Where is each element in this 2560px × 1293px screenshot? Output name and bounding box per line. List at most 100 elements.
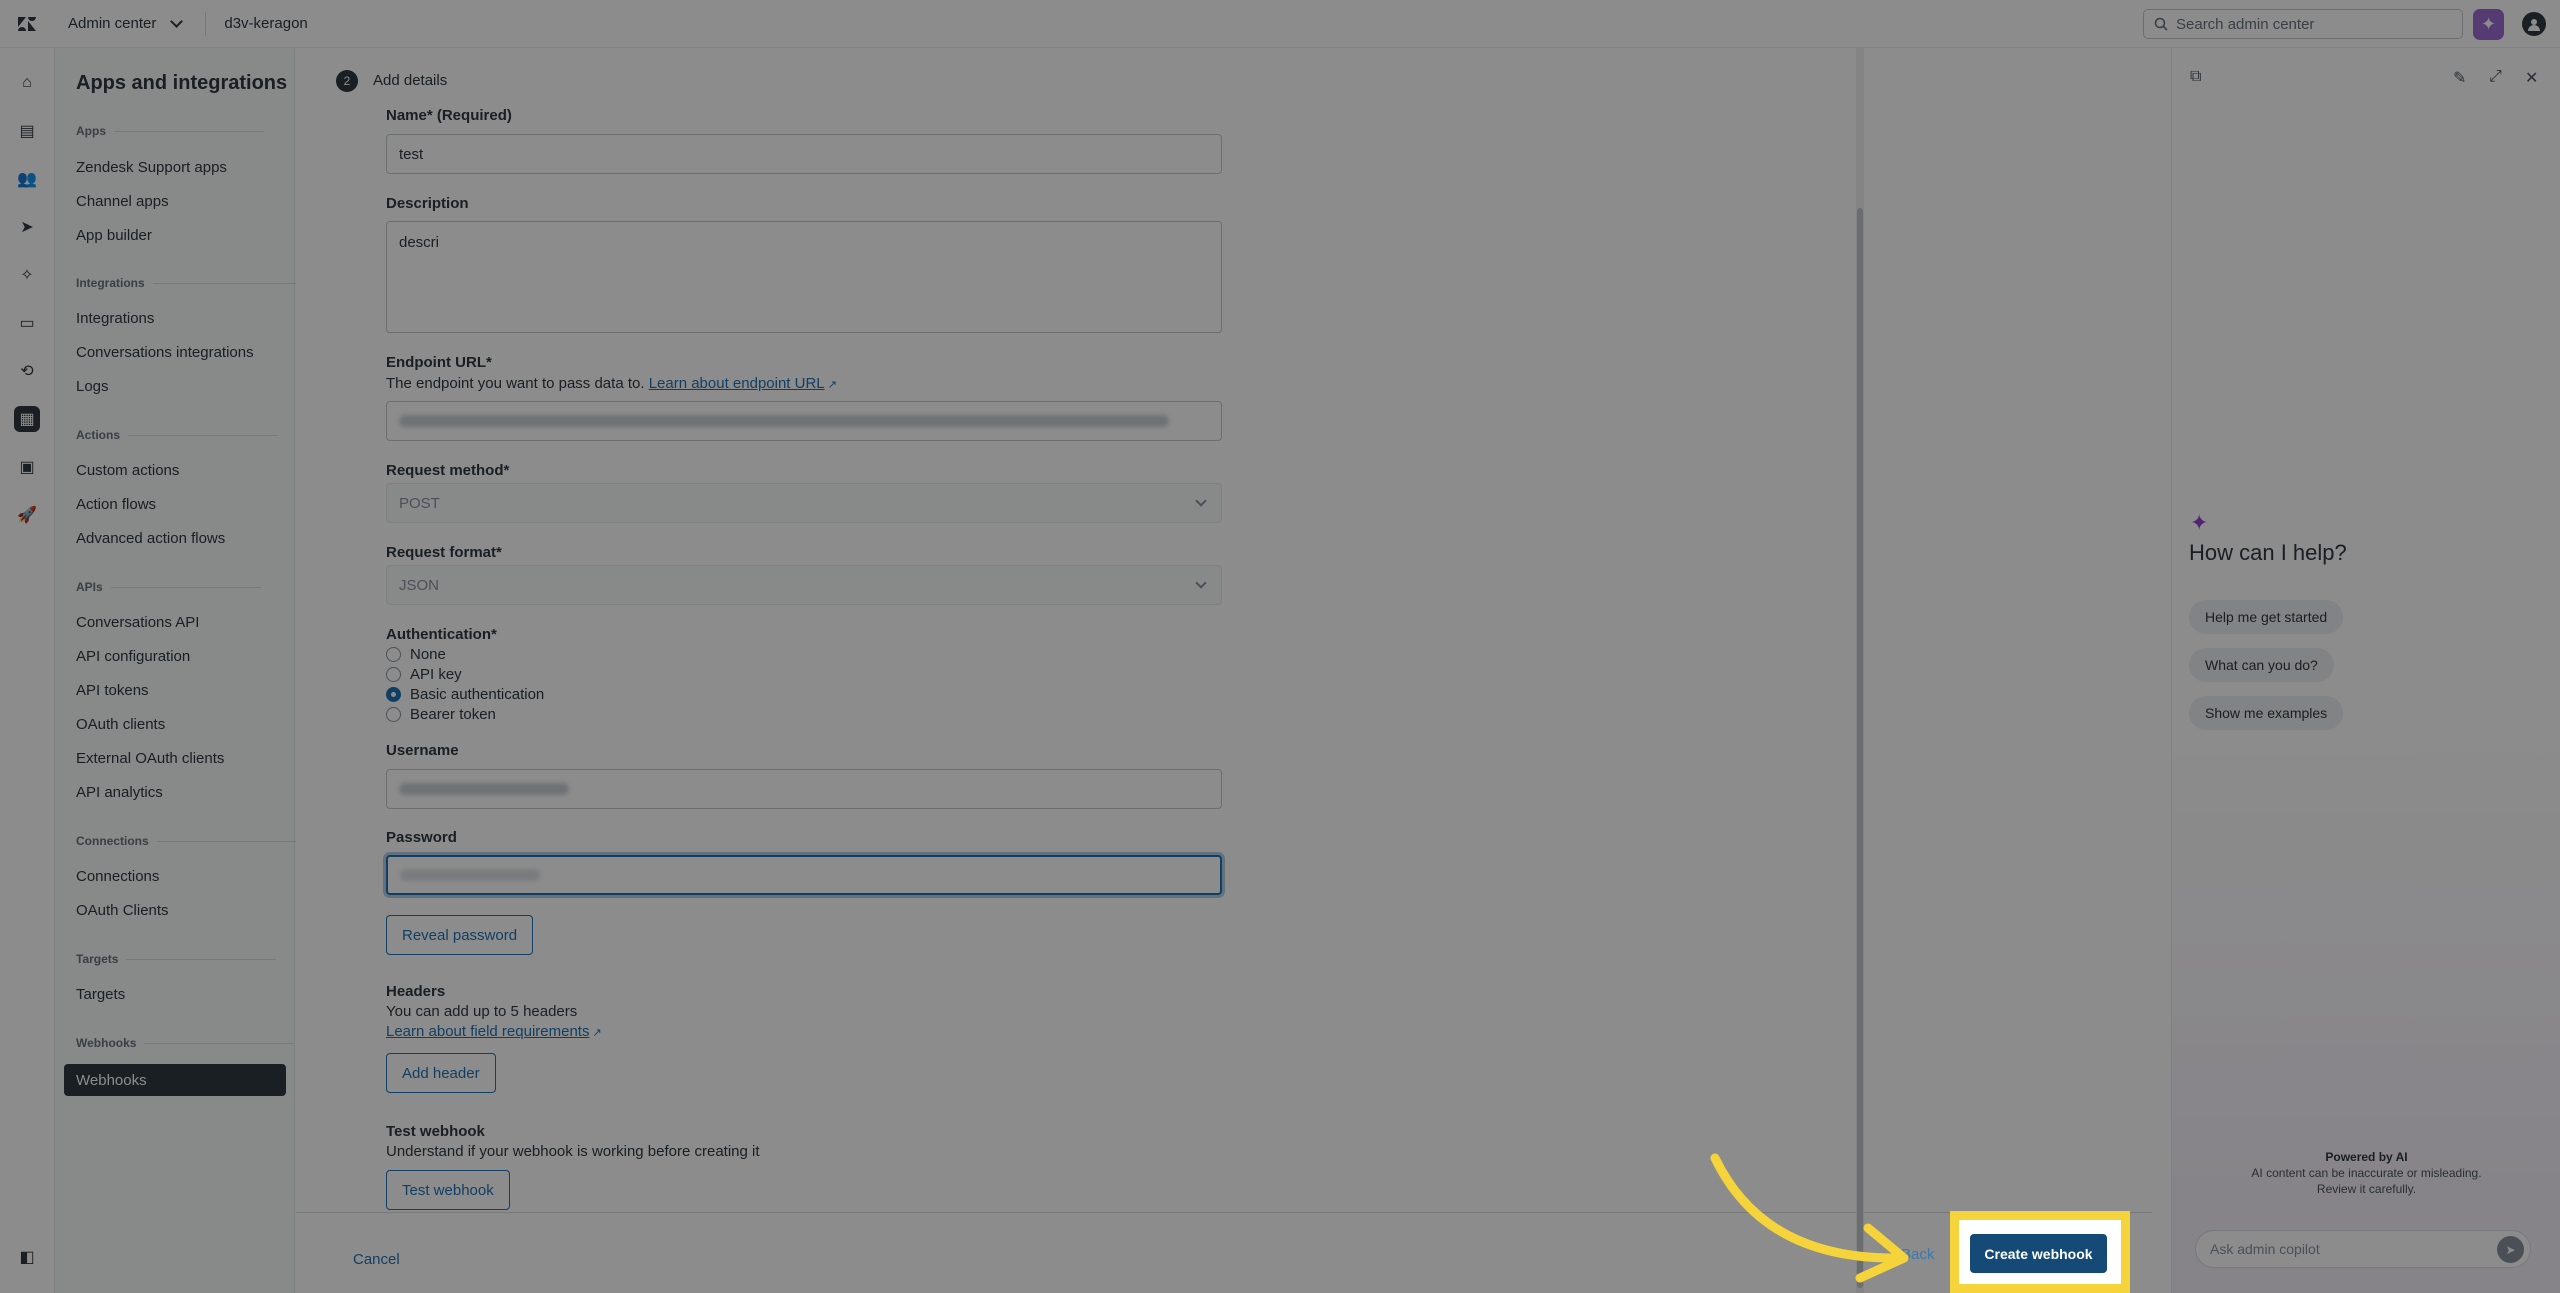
sparkle-icon: ✦: [2190, 510, 2209, 535]
sidebar-item-zendesk-support-apps[interactable]: Zendesk Support apps: [76, 159, 227, 176]
main-content: 2 Add details Name* (Required) test Desc…: [296, 48, 2152, 1293]
sidebar-item-advanced-action-flows[interactable]: Advanced action flows: [76, 530, 225, 547]
zendesk-logo-icon[interactable]: [0, 0, 54, 48]
highlight-frame: Create webhook: [1950, 1211, 2130, 1293]
search-placeholder: Search admin center: [2176, 15, 2315, 33]
workspaces-icon[interactable]: ▭: [14, 310, 40, 336]
avatar[interactable]: [2522, 12, 2546, 36]
scrollbar-thumb[interactable]: [1857, 208, 1863, 1288]
radio-button[interactable]: [386, 667, 401, 682]
product-name: Admin center: [68, 15, 157, 32]
sidebar-item-conversations-api[interactable]: Conversations API: [76, 614, 199, 631]
description-field[interactable]: descri: [386, 221, 1222, 333]
section-actions: Actions: [76, 428, 279, 442]
chip-what-can-you-do[interactable]: What can you do?: [2189, 648, 2334, 682]
sidebar-item-targets[interactable]: Targets: [76, 986, 125, 1003]
section-apps: Apps: [76, 124, 264, 138]
auth-option-api-key[interactable]: API key: [386, 666, 462, 683]
people-icon[interactable]: 👥: [14, 166, 40, 192]
radio-button-checked[interactable]: [386, 687, 401, 702]
auth-option-label: API key: [410, 666, 462, 683]
create-webhook-button[interactable]: Create webhook: [1970, 1234, 2107, 1273]
new-chat-icon[interactable]: ✎: [2453, 68, 2466, 88]
ai-icon[interactable]: ✧: [14, 262, 40, 288]
headers-label: Headers: [386, 983, 446, 1000]
radio-button[interactable]: [386, 647, 401, 662]
sidebar-item-logs[interactable]: Logs: [76, 378, 109, 395]
sidebar-item-conversations-integrations[interactable]: Conversations integrations: [76, 344, 254, 361]
sidebar-item-action-flows[interactable]: Action flows: [76, 496, 156, 513]
rocket-icon[interactable]: 🚀: [14, 502, 40, 528]
sidebar-item-webhooks[interactable]: Webhooks: [64, 1064, 286, 1096]
ai-disclaimer-1: AI content can be inaccurate or misleadi…: [2251, 1166, 2482, 1180]
sidebar-item-oauth-clients[interactable]: OAuth clients: [76, 716, 165, 733]
radio-button[interactable]: [386, 707, 401, 722]
copilot-sparkle-icon[interactable]: ✦: [2473, 9, 2504, 40]
endpoint-url-field[interactable]: [386, 401, 1222, 441]
section-apis: APIs: [76, 580, 259, 594]
collapse-sidebar-icon[interactable]: ◧: [14, 1244, 40, 1270]
add-header-button[interactable]: Add header: [386, 1053, 496, 1093]
sidebar-item-app-builder[interactable]: App builder: [76, 227, 152, 244]
account-icon[interactable]: ▤: [14, 118, 40, 144]
channels-icon[interactable]: ➤: [14, 214, 40, 240]
chip-help-me-get-started[interactable]: Help me get started: [2189, 600, 2344, 634]
username-label: Username: [386, 742, 459, 759]
apps-integrations-icon[interactable]: ▦: [14, 406, 40, 432]
search-input[interactable]: Search admin center: [2143, 9, 2463, 39]
step-number: 2: [336, 70, 358, 92]
sidebar-item-api-tokens[interactable]: API tokens: [76, 682, 149, 699]
send-icon[interactable]: ➤: [2497, 1236, 2524, 1263]
headers-hint: You can add up to 5 headers: [386, 1003, 578, 1020]
history-icon[interactable]: ⧉: [2190, 68, 2201, 86]
auth-option-label: None: [410, 646, 446, 663]
cancel-button[interactable]: Cancel: [353, 1251, 400, 1268]
chevron-down-icon: [1195, 495, 1207, 507]
sidebar-item-connections[interactable]: Connections: [76, 868, 159, 885]
reveal-password-button[interactable]: Reveal password: [386, 915, 534, 955]
sidebar: Apps and integrations Apps Zendesk Suppo…: [55, 48, 306, 1293]
section-integrations: Integrations: [76, 276, 302, 290]
headers-learn-link[interactable]: Learn about field requirements: [386, 1023, 589, 1040]
chevron-down-icon: [1195, 577, 1207, 589]
section-webhooks: Webhooks: [76, 1036, 297, 1050]
sidebar-item-integrations[interactable]: Integrations: [76, 310, 154, 327]
auth-option-none[interactable]: None: [386, 646, 446, 663]
blurred-password-value: [400, 869, 540, 881]
auth-option-bearer[interactable]: Bearer token: [386, 706, 496, 723]
sidebar-item-channel-apps[interactable]: Channel apps: [76, 193, 169, 210]
main-scrollbar[interactable]: [1856, 48, 1864, 1293]
sidebar-item-api-analytics[interactable]: API analytics: [76, 784, 163, 801]
user-icon: [2528, 19, 2540, 31]
ask-copilot-input[interactable]: Ask admin copilot ➤: [2195, 1230, 2531, 1268]
authentication-label: Authentication*: [386, 626, 497, 643]
headers-learn: Learn about field requirements ↗: [386, 1023, 602, 1040]
test-webhook-button[interactable]: Test webhook: [386, 1170, 510, 1210]
endpoint-learn-link[interactable]: Learn about endpoint URL: [649, 375, 825, 392]
name-field[interactable]: test: [386, 134, 1222, 174]
expand-icon[interactable]: ⤢: [2489, 68, 2502, 86]
password-label: Password: [386, 829, 457, 846]
username-field[interactable]: [386, 769, 1222, 809]
product-switcher[interactable]: Admin center: [68, 14, 184, 32]
close-icon[interactable]: ✕: [2525, 68, 2538, 88]
method-select[interactable]: POST: [386, 483, 1222, 523]
name-value: test: [399, 145, 424, 163]
external-link-icon: ↗: [824, 379, 837, 391]
sidebar-item-external-oauth-clients[interactable]: External OAuth clients: [76, 750, 224, 767]
marketplace-icon[interactable]: ▣: [14, 454, 40, 480]
test-webhook-label: Test webhook: [386, 1123, 485, 1140]
home-icon[interactable]: ⌂: [14, 70, 40, 96]
password-field[interactable]: [386, 855, 1222, 895]
auth-option-label: Bearer token: [410, 706, 496, 723]
objects-rules-icon[interactable]: ⟲: [14, 358, 40, 384]
name-label: Name* (Required): [386, 107, 512, 124]
sidebar-title: Apps and integrations: [76, 72, 288, 94]
sidebar-item-oauth-clients-connections[interactable]: OAuth Clients: [76, 902, 169, 919]
sidebar-item-api-configuration[interactable]: API configuration: [76, 648, 190, 665]
auth-option-basic[interactable]: Basic authentication: [386, 686, 544, 703]
chip-show-me-examples[interactable]: Show me examples: [2189, 696, 2344, 730]
account-name: d3v-keragon: [224, 15, 308, 32]
format-select[interactable]: JSON: [386, 565, 1222, 605]
sidebar-item-custom-actions[interactable]: Custom actions: [76, 462, 179, 479]
